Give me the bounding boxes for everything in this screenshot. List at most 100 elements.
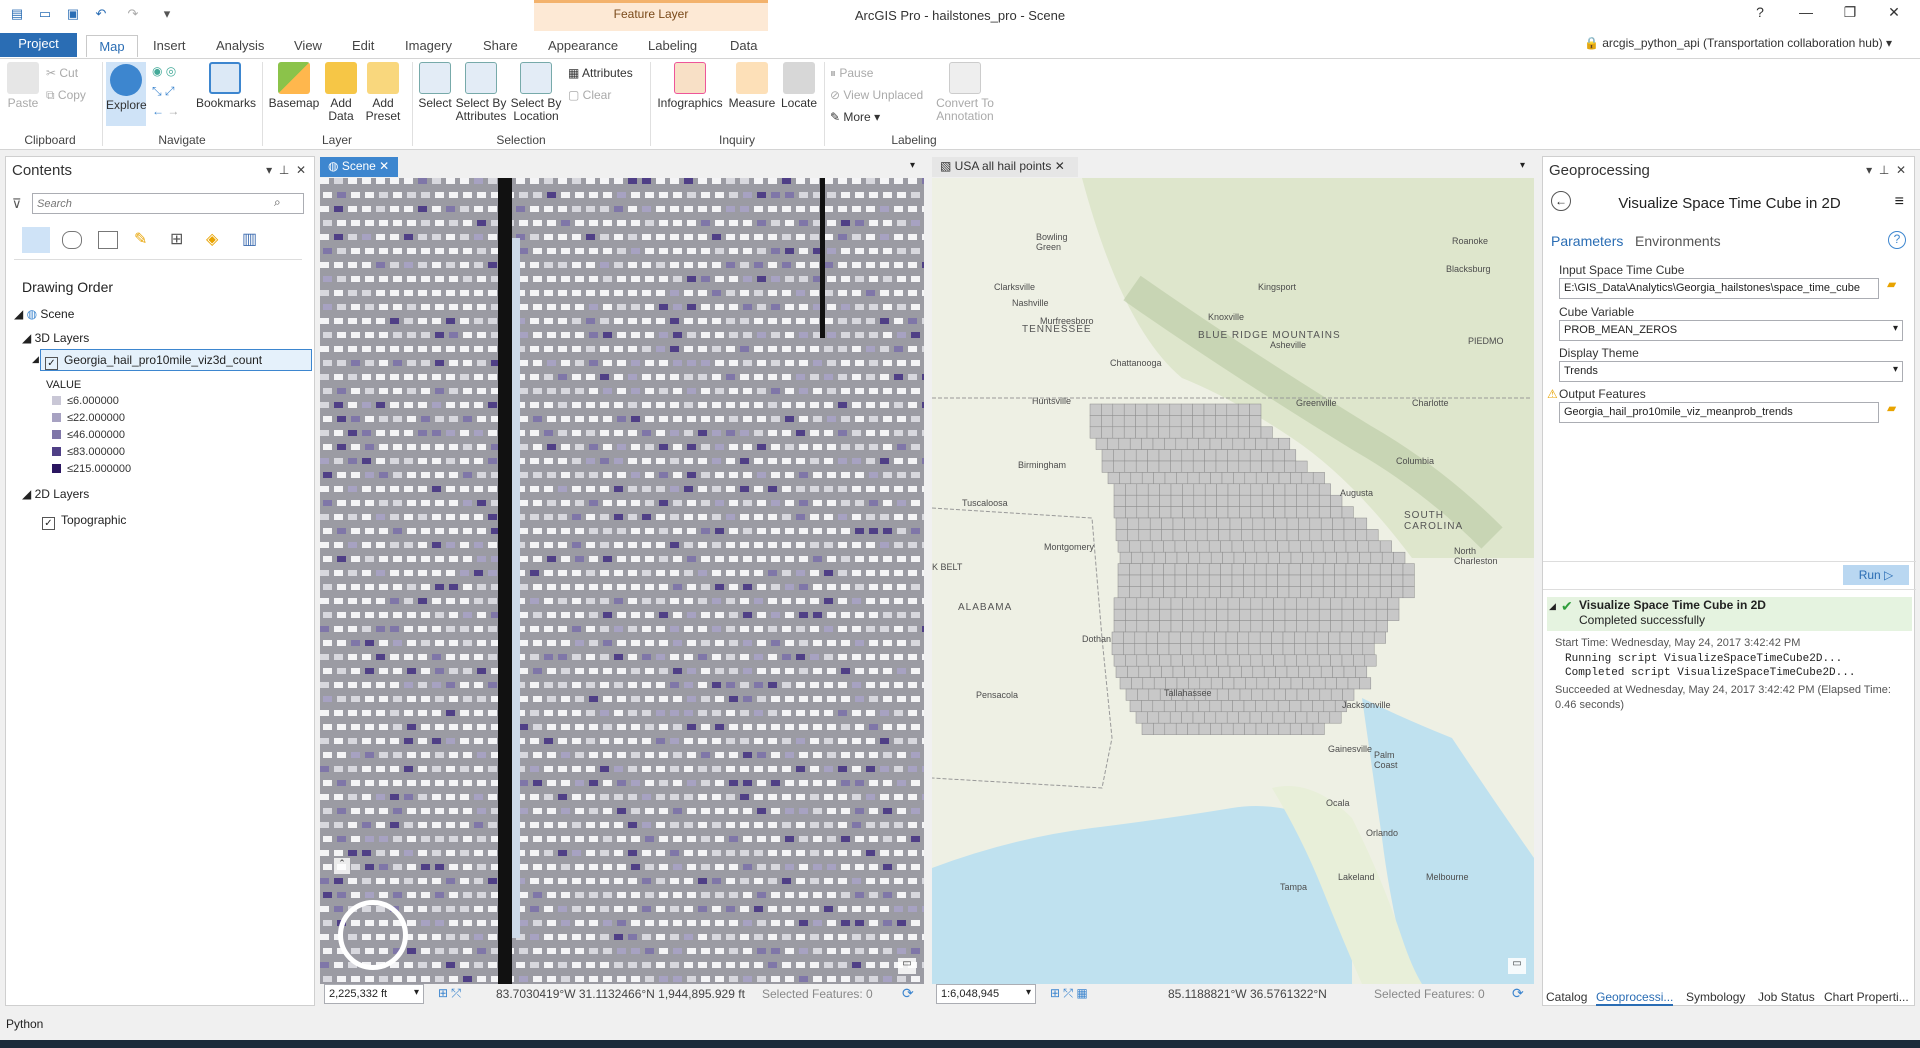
view-dropdown-icon[interactable]: ▾ [1520,160,1525,171]
refresh-icon[interactable]: ⟳ [1512,985,1524,1002]
layer-visibility-checkbox[interactable]: ✓ [42,517,55,530]
display-theme-select[interactable]: Trends [1559,361,1903,382]
close-button[interactable]: ✕ [1874,4,1914,26]
tab-geoprocessing[interactable]: Geoprocessi... [1596,990,1674,1006]
cut-button[interactable]: ✂ Cut [46,66,78,80]
layer-georgia-hail-3d[interactable]: ✓ Georgia_hail_pro10mile_viz3d_count [40,349,312,371]
pause-labeling-button[interactable]: ⏸ Pause [830,66,873,81]
layer-visibility-checkbox[interactable]: ✓ [45,357,58,370]
tab-catalog[interactable]: Catalog [1546,990,1587,1004]
tab-labeling[interactable]: Labeling [640,35,705,57]
explore-button[interactable]: Explore [106,62,147,126]
zoom-fixed-icon[interactable]: ⤡ ⤢ [152,84,175,99]
bookmarks-button[interactable]: Bookmarks [196,62,256,110]
snapping-icon[interactable]: ⊞ ⤱ [438,986,461,1001]
output-features-field[interactable]: Georgia_hail_pro10mile_viz_meanprob_tren… [1559,402,1879,423]
tab-job-status[interactable]: Job Status [1758,990,1815,1004]
scene-label: Scene [40,307,75,321]
scene-node[interactable]: ◢ ◍ Scene [14,307,74,321]
tab-data[interactable]: Data [722,35,765,57]
paste-button[interactable]: Paste [6,62,40,110]
cube-variable-select[interactable]: PROB_MEAN_ZEROS [1559,320,1903,341]
signed-in-user[interactable]: 🔒 arcgis_python_api (Transportation coll… [1584,36,1892,50]
tab-share[interactable]: Share [475,35,526,57]
convert-to-annotation-button[interactable]: Convert To Annotation [930,62,1000,123]
more-labeling-button[interactable]: ✎ More ▾ [830,110,880,124]
tab-chart-properties[interactable]: Chart Properti... [1824,990,1909,1004]
tab-project[interactable]: Project [0,33,77,57]
basemap-button[interactable]: Basemap [268,62,320,110]
filter-icon[interactable]: ⊽ [12,196,22,212]
list-by-snapping-icon[interactable]: ⊞ [170,229,183,249]
attributes-button[interactable]: ▦ Attributes [568,66,633,80]
clear-selection-button[interactable]: ▢ Clear [568,88,611,102]
list-by-drawing-order-icon[interactable] [22,227,50,253]
tab-parameters[interactable]: Parameters [1551,233,1623,249]
expander-icon[interactable]: ◢ [32,354,39,365]
pane-controls[interactable]: ▾ ⊥ ✕ [1866,163,1906,177]
layers-2d-label: 2D Layers [34,487,90,501]
select-by-attributes-button[interactable]: Select By Attributes [454,62,508,123]
layers-2d-group[interactable]: ◢ 2D Layers [22,487,89,501]
copy-button[interactable]: ⧉ Copy [46,88,86,103]
tab-map[interactable]: Map [86,35,138,57]
layers-3d-group[interactable]: ◢ 3D Layers [22,331,89,345]
map-scale-select[interactable]: 1:6,048,945 [936,984,1036,1004]
browse-folder-icon[interactable]: ▰ [1887,277,1896,291]
divider [412,62,413,146]
refresh-icon[interactable]: ⟳ [902,985,914,1002]
infographics-button[interactable]: Infographics [654,62,726,110]
menu-icon[interactable]: ≡ [1895,193,1904,211]
list-by-charts-icon[interactable]: ▥ [242,229,257,249]
attribution-icon[interactable]: ▭ [898,958,916,974]
help-button[interactable]: ? [1740,4,1780,26]
browse-folder-icon[interactable]: ▰ [1887,401,1896,415]
navigator-expand-icon[interactable]: ⌃ [334,858,350,874]
locate-button[interactable]: Locate [778,62,820,110]
pane-controls[interactable]: ▾ ⊥ ✕ [266,163,306,177]
tab-edit[interactable]: Edit [344,35,382,57]
tab-imagery[interactable]: Imagery [397,35,460,57]
tab-symbology[interactable]: Symbology [1686,990,1745,1004]
select-by-location-icon [520,62,552,94]
list-by-source-icon[interactable] [62,231,82,249]
space-time-cube-visualization[interactable] [320,178,924,984]
restore-button[interactable]: ❐ [1830,4,1870,26]
scene-view[interactable]: ⌃ ▭ [320,178,924,984]
snapping-icon[interactable]: ⊞ ⤱ ▦ [1050,986,1088,1001]
tab-appearance[interactable]: Appearance [540,35,626,57]
add-preset-button[interactable]: Add Preset [362,62,404,123]
full-extent-icon[interactable]: ◉ ◎ [152,64,176,78]
help-icon[interactable]: ? [1888,231,1906,249]
attribution-icon[interactable]: ▭ [1508,958,1526,974]
map-place-label: Nashville [1012,298,1049,308]
navigator-control[interactable] [338,900,408,970]
layer-topographic[interactable]: ✓ Topographic [42,513,126,530]
scene-scale-select[interactable]: 2,225,332 ft [324,984,424,1004]
select-by-location-button[interactable]: Select By Location [508,62,564,123]
minimize-button[interactable]: — [1786,4,1826,26]
tab-insert[interactable]: Insert [145,35,194,57]
measure-button[interactable]: Measure [726,62,778,110]
legend-item: ≤22.000000 [52,412,125,424]
tab-environments[interactable]: Environments [1635,233,1721,249]
map-view[interactable]: TENNESSEE ALABAMA SOUTH CAROLINA BLUE RIDGE… [932,178,1534,984]
list-by-labeling-icon[interactable]: ◈ [206,229,218,249]
list-by-editing-icon[interactable]: ✎ [134,229,147,249]
back-forward-icon[interactable]: ← → [152,104,179,118]
view-unplaced-button[interactable]: ⊘ View Unplaced [830,88,923,102]
tab-view[interactable]: View [286,35,330,57]
tab-map-view[interactable]: ▧ USA all hail points ✕ [932,157,1078,177]
list-by-selection-icon[interactable] [98,231,118,249]
expander-icon[interactable]: ◢ [1549,601,1556,612]
python-window-tab[interactable]: Python [6,1017,43,1031]
contents-search-input[interactable] [32,193,304,214]
tab-scene-view[interactable]: ◍ Scene ✕ [320,157,398,177]
view-dropdown-icon[interactable]: ▾ [910,160,915,171]
search-icon[interactable]: ⌕ [274,195,281,210]
select-button[interactable]: Select [416,62,454,110]
add-data-button[interactable]: Add Data [322,62,360,123]
run-button[interactable]: Run ▷ [1843,565,1909,585]
input-cube-field[interactable]: E:\GIS_Data\Analytics\Georgia_hailstones… [1559,278,1879,299]
tab-analysis[interactable]: Analysis [208,35,272,57]
